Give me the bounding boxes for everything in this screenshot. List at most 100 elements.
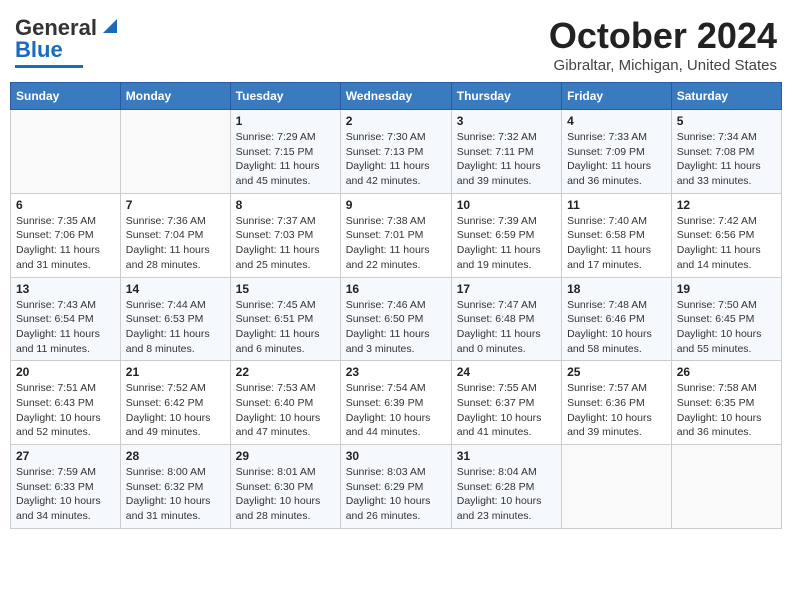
week-row-2: 6Sunrise: 7:35 AMSunset: 7:06 PMDaylight… [11,193,782,277]
title-block: October 2024 Gibraltar, Michigan, United… [549,15,777,74]
calendar-cell: 22 Sunrise: 7:53 AMSunset: 6:40 PMDayligh… [230,361,340,445]
calendar-cell: 21 Sunrise: 7:52 AMSunset: 6:42 PMDayligh… [120,361,230,445]
day-info: Sunrise: 7:50 AMSunset: 6:45 PMDaylight:… [677,298,776,357]
calendar-cell: 30 Sunrise: 8:03 AMSunset: 6:29 PMDayligh… [340,445,451,529]
page-title: October 2024 [549,15,777,57]
day-info: Sunrise: 7:45 AMSunset: 6:51 PMDaylight:… [236,298,335,357]
calendar-cell: 25Sunrise: 7:57 AMSunset: 6:36 PMDayligh… [562,361,672,445]
day-info: Sunrise: 7:58 AMSunset: 6:35 PMDaylight:… [677,381,776,440]
calendar-cell [562,445,672,529]
day-info: Sunrise: 7:54 AMSunset: 6:39 PMDaylight:… [346,381,446,440]
calendar-cell: 7 Sunrise: 7:36 AMSunset: 7:04 PMDaylight… [120,193,230,277]
col-wednesday: Wednesday [340,83,451,110]
day-info: Sunrise: 7:33 AMSunset: 7:09 PMDaylight:… [567,130,666,189]
day-number: 10 [457,198,556,212]
day-number: 26 [677,365,776,379]
logo-icon [99,15,121,37]
col-thursday: Thursday [451,83,561,110]
day-number: 28 [126,449,225,463]
calendar-cell: 1 Sunrise: 7:29 AMSunset: 7:15 PMDaylight… [230,110,340,194]
day-number: 22 [236,365,335,379]
calendar-cell: 31 Sunrise: 8:04 AMSunset: 6:28 PMDayligh… [451,445,561,529]
day-info: Sunrise: 7:48 AMSunset: 6:46 PMDaylight:… [567,298,666,357]
day-number: 31 [457,449,556,463]
day-number: 23 [346,365,446,379]
calendar-body: 1 Sunrise: 7:29 AMSunset: 7:15 PMDaylight… [11,110,782,529]
week-row-4: 20 Sunrise: 7:51 AMSunset: 6:43 PMDayligh… [11,361,782,445]
calendar-cell: 16 Sunrise: 7:46 AMSunset: 6:50 PMDayligh… [340,277,451,361]
calendar-cell: 8Sunrise: 7:37 AMSunset: 7:03 PMDaylight… [230,193,340,277]
day-info: Sunrise: 7:44 AMSunset: 6:53 PMDaylight:… [126,298,225,357]
day-number: 3 [457,114,556,128]
calendar-cell: 18 Sunrise: 7:48 AMSunset: 6:46 PMDayligh… [562,277,672,361]
day-number: 21 [126,365,225,379]
col-sunday: Sunday [11,83,121,110]
day-number: 5 [677,114,776,128]
calendar-cell: 19 Sunrise: 7:50 AMSunset: 6:45 PMDayligh… [671,277,781,361]
calendar-cell: 13Sunrise: 7:43 AMSunset: 6:54 PMDayligh… [11,277,121,361]
day-number: 20 [16,365,115,379]
calendar-cell [671,445,781,529]
day-info: Sunrise: 8:03 AMSunset: 6:29 PMDaylight:… [346,465,446,524]
logo-underline [15,65,83,68]
week-row-5: 27Sunrise: 7:59 AMSunset: 6:33 PMDayligh… [11,445,782,529]
day-number: 17 [457,282,556,296]
day-info: Sunrise: 7:51 AMSunset: 6:43 PMDaylight:… [16,381,115,440]
calendar-cell: 24 Sunrise: 7:55 AMSunset: 6:37 PMDayligh… [451,361,561,445]
day-info: Sunrise: 7:40 AMSunset: 6:58 PMDaylight:… [567,214,666,273]
day-number: 11 [567,198,666,212]
header-row: Sunday Monday Tuesday Wednesday Thursday… [11,83,782,110]
day-info: Sunrise: 7:43 AMSunset: 6:54 PMDaylight:… [16,298,115,357]
day-info: Sunrise: 7:37 AMSunset: 7:03 PMDaylight:… [236,214,335,273]
col-saturday: Saturday [671,83,781,110]
day-number: 30 [346,449,446,463]
calendar-cell: 15 Sunrise: 7:45 AMSunset: 6:51 PMDayligh… [230,277,340,361]
week-row-1: 1 Sunrise: 7:29 AMSunset: 7:15 PMDaylight… [11,110,782,194]
calendar-cell: 23 Sunrise: 7:54 AMSunset: 6:39 PMDayligh… [340,361,451,445]
calendar-cell: 11 Sunrise: 7:40 AMSunset: 6:58 PMDayligh… [562,193,672,277]
day-number: 7 [126,198,225,212]
calendar-cell: 6Sunrise: 7:35 AMSunset: 7:06 PMDaylight… [11,193,121,277]
page-subtitle: Gibraltar, Michigan, United States [549,57,777,74]
week-row-3: 13Sunrise: 7:43 AMSunset: 6:54 PMDayligh… [11,277,782,361]
day-number: 15 [236,282,335,296]
day-number: 4 [567,114,666,128]
calendar-cell: 14 Sunrise: 7:44 AMSunset: 6:53 PMDayligh… [120,277,230,361]
logo-blue: Blue [15,37,63,63]
calendar-cell: 26 Sunrise: 7:58 AMSunset: 6:35 PMDayligh… [671,361,781,445]
calendar-cell: 10Sunrise: 7:39 AMSunset: 6:59 PMDayligh… [451,193,561,277]
day-number: 25 [567,365,666,379]
day-number: 2 [346,114,446,128]
day-number: 9 [346,198,446,212]
day-number: 12 [677,198,776,212]
day-info: Sunrise: 7:55 AMSunset: 6:37 PMDaylight:… [457,381,556,440]
day-number: 16 [346,282,446,296]
day-info: Sunrise: 7:34 AMSunset: 7:08 PMDaylight:… [677,130,776,189]
day-number: 14 [126,282,225,296]
calendar-header: Sunday Monday Tuesday Wednesday Thursday… [11,83,782,110]
logo: General Blue [15,15,121,68]
day-info: Sunrise: 7:52 AMSunset: 6:42 PMDaylight:… [126,381,225,440]
day-number: 24 [457,365,556,379]
calendar-table: Sunday Monday Tuesday Wednesday Thursday… [10,82,782,529]
day-number: 1 [236,114,335,128]
calendar-cell: 17Sunrise: 7:47 AMSunset: 6:48 PMDayligh… [451,277,561,361]
day-info: Sunrise: 7:30 AMSunset: 7:13 PMDaylight:… [346,130,446,189]
day-info: Sunrise: 8:04 AMSunset: 6:28 PMDaylight:… [457,465,556,524]
day-info: Sunrise: 7:29 AMSunset: 7:15 PMDaylight:… [236,130,335,189]
col-tuesday: Tuesday [230,83,340,110]
day-number: 18 [567,282,666,296]
calendar-cell: 28Sunrise: 8:00 AMSunset: 6:32 PMDayligh… [120,445,230,529]
calendar-cell: 2 Sunrise: 7:30 AMSunset: 7:13 PMDaylight… [340,110,451,194]
day-info: Sunrise: 7:36 AMSunset: 7:04 PMDaylight:… [126,214,225,273]
day-info: Sunrise: 7:35 AMSunset: 7:06 PMDaylight:… [16,214,115,273]
calendar-cell: 29Sunrise: 8:01 AMSunset: 6:30 PMDayligh… [230,445,340,529]
day-info: Sunrise: 7:46 AMSunset: 6:50 PMDaylight:… [346,298,446,357]
calendar-cell: 5 Sunrise: 7:34 AMSunset: 7:08 PMDaylight… [671,110,781,194]
day-number: 19 [677,282,776,296]
day-number: 27 [16,449,115,463]
calendar-cell [11,110,121,194]
col-monday: Monday [120,83,230,110]
calendar-cell: 12Sunrise: 7:42 AMSunset: 6:56 PMDayligh… [671,193,781,277]
day-info: Sunrise: 7:53 AMSunset: 6:40 PMDaylight:… [236,381,335,440]
